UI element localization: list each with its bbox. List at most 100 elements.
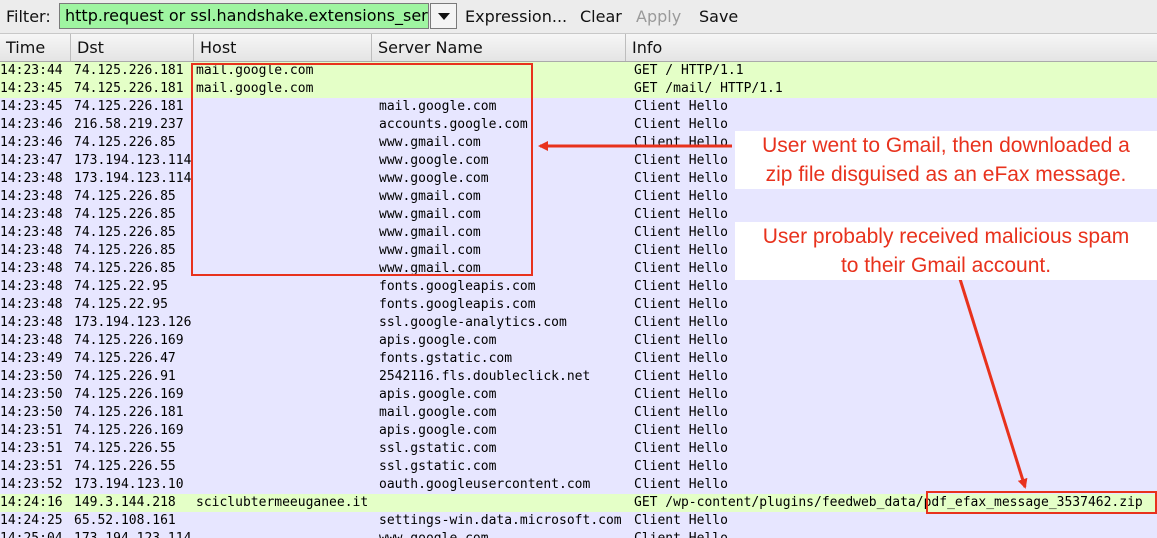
cell-time: 14:23:48 [0,279,63,294]
column-header-dst[interactable]: Dst [71,34,194,61]
cell-dst: 74.125.226.85 [74,225,176,240]
host-highlight-box [191,63,533,276]
cell-info: Client Hello [634,315,728,330]
cell-time: 14:23:49 [0,351,63,366]
cell-dst: 173.194.123.114 [74,530,193,538]
cell-time: 14:23:48 [0,225,63,240]
packet-row[interactable]: 14:23:48 74.125.226.169 apis.google.com Cli… [0,332,1157,350]
packet-row[interactable]: 14:23:44 74.125.226.181 mail.google.com GET… [0,62,1157,80]
cell-time: 14:23:50 [0,369,63,384]
cell-dst: 216.58.219.237 [74,117,184,132]
cell-time: 14:23:50 [0,405,63,420]
column-header-host[interactable]: Host [194,34,372,61]
packet-list-header: Time Dst Host Server Name Info [0,34,1157,62]
annotation-malicious-spam: User probably received malicious spam to… [735,222,1157,280]
cell-host: sciclubtermeeuganee.it [196,495,369,510]
filter-toolbar: Filter: http.request or ssl.handshake.ex… [0,0,1157,34]
cell-server-name: ssl.gstatic.com [379,459,497,474]
packet-row[interactable]: 14:23:48 74.125.22.95 fonts.googleapis.com… [0,278,1157,296]
cell-dst: 74.125.226.169 [74,387,184,402]
annotation-line: to their Gmail account. [840,254,1052,277]
filter-label: Filter: [6,7,51,26]
annotation-line: User went to Gmail, then downloaded a [762,134,1130,157]
packet-row[interactable]: 14:24:25 65.52.108.161 settings-win.data.m… [0,512,1157,530]
cell-info: Client Hello [634,530,1157,538]
packet-row[interactable]: 14:23:51 74.125.226.55 ssl.gstatic.com Clie… [0,440,1157,458]
packet-row[interactable]: 14:23:51 74.125.226.55 ssl.gstatic.com Clie… [0,458,1157,476]
cell-server-name: mail.google.com [379,405,497,420]
cell-time: 14:23:46 [0,135,63,150]
cell-time: 14:23:45 [0,99,63,114]
cell-dst: 173.194.123.114 [74,153,192,168]
cell-dst: 74.125.226.47 [74,351,176,366]
column-header-server-name[interactable]: Server Name [372,34,626,61]
packet-row[interactable]: 14:23:48 74.125.226.85 www.gmail.com Client… [0,188,1157,206]
packet-row[interactable]: 14:23:45 74.125.226.181 mail.google.com Cli… [0,98,1157,116]
cell-info: GET /mail/ HTTP/1.1 [634,81,783,96]
annotation-line: User probably received malicious spam [762,225,1130,248]
cell-info: Client Hello [634,387,728,402]
cell-time: 14:23:48 [0,333,63,348]
cell-info: Client Hello [634,279,728,294]
cell-dst: 74.125.226.85 [74,135,176,150]
cell-time: 14:23:47 [0,153,63,168]
save-button[interactable]: Save [699,7,738,26]
apply-button[interactable]: Apply [636,7,681,26]
cell-dst: 65.52.108.161 [74,513,176,528]
clear-button[interactable]: Clear [580,7,622,26]
packet-row[interactable]: 14:23:51 74.125.226.169 apis.google.com Cli… [0,422,1157,440]
column-header-info[interactable]: Info [626,34,1157,61]
cell-server-name: apis.google.com [379,333,497,348]
cell-server-name: ssl.gstatic.com [379,441,497,456]
cell-time: 14:23:48 [0,207,63,222]
packet-row[interactable]: 14:23:49 74.125.226.47 fonts.gstatic.com Cl… [0,350,1157,368]
cell-server-name: fonts.googleapis.com [379,279,536,294]
cell-dst: 74.125.226.181 [74,81,184,96]
cell-server-name: fonts.googleapis.com [379,297,536,312]
cell-server-name: oauth.googleusercontent.com [379,477,591,492]
cell-time: 14:23:45 [0,81,63,96]
cell-time: 14:24:16 [0,495,63,510]
cell-info: Client Hello [634,405,728,420]
column-header-time[interactable]: Time [0,34,71,61]
packet-row[interactable]: 14:23:50 74.125.226.91 2542116.fls.doublec… [0,368,1157,386]
annotation-line: zip file disguised as an eFax message. [765,163,1127,186]
cell-time: 14:23:48 [0,171,63,186]
cell-dst: 74.125.226.85 [74,261,176,276]
cell-dst: 74.125.226.181 [74,63,184,78]
expression-button[interactable]: Expression... [465,7,567,26]
packet-row[interactable]: 14:23:48 74.125.22.95 fonts.googleapis.com… [0,296,1157,314]
cell-info: Client Hello [634,297,728,312]
cell-dst: 74.125.22.95 [74,297,168,312]
cell-dst: 74.125.22.95 [74,279,168,294]
packet-row[interactable]: 14:23:48 173.194.123.126 ssl.google-analyt… [0,314,1157,332]
filter-history-dropdown[interactable] [430,3,457,29]
cell-info: Client Hello [634,333,728,348]
cell-dst: 74.125.226.55 [74,441,176,456]
packet-row[interactable]: 14:25:04173.194.123.114 www.google.com Cli… [0,530,1157,538]
cell-server-name: www.google.com [379,530,629,538]
cell-dst: 74.125.226.85 [74,243,176,258]
cell-server-name: apis.google.com [379,387,497,402]
packet-row[interactable]: 14:23:45 74.125.226.181 mail.google.com GET… [0,80,1157,98]
cell-time: 14:23:48 [0,189,63,204]
cell-info: Client Hello [634,423,728,438]
cell-server-name: 2542116.fls.doubleclick.net [379,369,591,384]
cell-time: 14:24:25 [0,513,63,528]
packet-row[interactable]: 14:23:50 74.125.226.169 apis.google.com Cli… [0,386,1157,404]
cell-server-name: ssl.google-analytics.com [379,315,567,330]
cell-time: 14:23:51 [0,459,63,474]
cell-time: 14:23:51 [0,423,63,438]
cell-dst: 74.125.226.181 [74,99,184,114]
cell-time: 14:23:51 [0,441,63,456]
cell-dst: 74.125.226.85 [74,189,176,204]
cell-dst: 74.125.226.169 [74,333,184,348]
packet-row[interactable]: 14:23:50 74.125.226.181 mail.google.com Cli… [0,404,1157,422]
cell-dst: 74.125.226.181 [74,405,184,420]
cell-time: 14:23:52 [0,477,63,492]
cell-dst: 74.125.226.85 [74,207,176,222]
cell-info: Client Hello [634,351,728,366]
cell-server-name: fonts.gstatic.com [379,351,513,366]
cell-time: 14:23:48 [0,315,63,330]
display-filter-input[interactable]: http.request or ssl.handshake.extensions… [59,3,429,29]
